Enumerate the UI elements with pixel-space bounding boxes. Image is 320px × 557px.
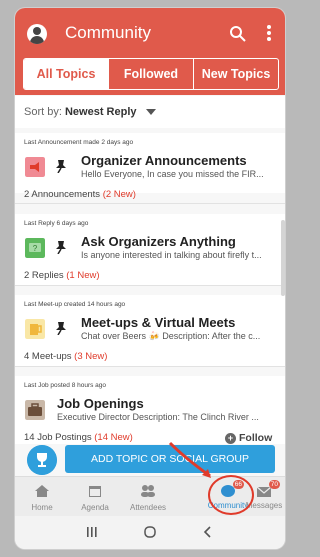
home-icon (35, 485, 49, 497)
more-menu-icon[interactable] (265, 24, 273, 44)
card-divider (15, 366, 285, 367)
tab-new-topics[interactable]: New Topics (194, 59, 278, 89)
card-title: Job Openings (57, 396, 144, 411)
people-icon (141, 485, 155, 497)
card-subtitle: Hello Everyone, In case you missed the F… (81, 169, 264, 179)
new-count: (2 New) (102, 189, 136, 200)
topic-card[interactable]: Last Reply 6 days ago ? Ask Organizers A… (15, 214, 285, 286)
topic-card[interactable]: Last Announcement made 2 days ago Organi… (15, 133, 285, 204)
count-text: 2 Replies (24, 270, 64, 281)
nav-label: Home (31, 503, 53, 512)
card-count: 14 Job Postings (14 New) (24, 432, 133, 443)
beer-icon (25, 319, 45, 339)
pin-icon (56, 160, 66, 173)
page-title: Community (65, 23, 151, 42)
pointer-arrow-icon (168, 441, 211, 478)
card-divider (15, 203, 285, 204)
briefcase-icon (25, 400, 45, 420)
card-title: Meet-ups & Virtual Meets (81, 315, 236, 330)
card-subtitle: Executive Director Description: The Clin… (57, 412, 259, 422)
nav-label: Agenda (81, 503, 109, 512)
nav-agenda[interactable]: Agenda (70, 477, 120, 517)
follow-button[interactable]: + Follow (225, 432, 272, 444)
sort-dropdown[interactable]: Sort by: Newest Reply (15, 96, 285, 128)
trophy-icon[interactable] (27, 445, 57, 475)
phone-screen: Community All Topics Followed New Topics… (15, 8, 285, 549)
pin-icon (56, 241, 66, 254)
avatar-body (30, 36, 44, 44)
count-text: 14 Job Postings (24, 432, 92, 443)
card-count: 4 Meet-ups (3 New) (24, 351, 107, 362)
new-count: (14 New) (94, 432, 133, 443)
topic-card[interactable]: Last Meet-up created 14 hours ago Meet-u… (15, 295, 285, 367)
action-row: ADD TOPIC OR SOCIAL GROUP (15, 444, 285, 476)
plus-icon: + (225, 433, 236, 444)
card-subtitle: Is anyone interested in talking about fi… (81, 250, 262, 260)
nav-label: Attendees (129, 503, 167, 512)
new-count: (3 New) (74, 351, 108, 362)
card-count: 2 Replies (1 New) (24, 270, 100, 281)
tab-all-topics[interactable]: All Topics (24, 59, 109, 89)
sort-prefix: Sort by: (24, 106, 62, 118)
sort-value: Newest Reply (64, 106, 137, 118)
search-icon[interactable] (229, 25, 247, 43)
recent-apps-icon[interactable] (85, 525, 99, 539)
svg-text:?: ? (33, 244, 38, 253)
scrollbar[interactable] (281, 220, 285, 296)
calendar-icon (89, 486, 101, 497)
new-count: (1 New) (66, 270, 100, 281)
card-meta: Last Job posted 8 hours ago (24, 382, 107, 389)
pin-icon (56, 322, 66, 335)
card-title: Organizer Announcements (81, 153, 247, 168)
card-title: Ask Organizers Anything (81, 234, 236, 249)
nav-home[interactable]: Home (17, 477, 67, 517)
notification-badge: 70 (268, 480, 280, 489)
follow-label: Follow (239, 432, 273, 444)
profile-avatar[interactable] (27, 24, 47, 44)
count-text: 4 Meet-ups (24, 351, 72, 362)
home-button-icon[interactable] (143, 525, 157, 539)
megaphone-icon (25, 157, 45, 177)
question-icon: ? (25, 238, 45, 258)
envelope-icon: 70 (256, 480, 280, 498)
topic-tabs: All Topics Followed New Topics (23, 58, 279, 90)
back-icon[interactable] (201, 525, 215, 539)
card-count: 2 Announcements (2 New) (24, 189, 136, 200)
card-meta: Last Announcement made 2 days ago (24, 139, 134, 146)
card-meta: Last Meet-up created 14 hours ago (24, 301, 126, 308)
caret-down-icon (145, 109, 156, 116)
count-text: 2 Announcements (24, 189, 101, 200)
system-nav-bar (15, 516, 285, 549)
avatar-head (33, 27, 41, 35)
tab-followed[interactable]: Followed (109, 59, 194, 89)
card-subtitle: Chat over Beers 🍻 Description: After the… (81, 331, 261, 341)
card-meta: Last Reply 6 days ago (24, 220, 89, 227)
card-divider (15, 285, 285, 286)
